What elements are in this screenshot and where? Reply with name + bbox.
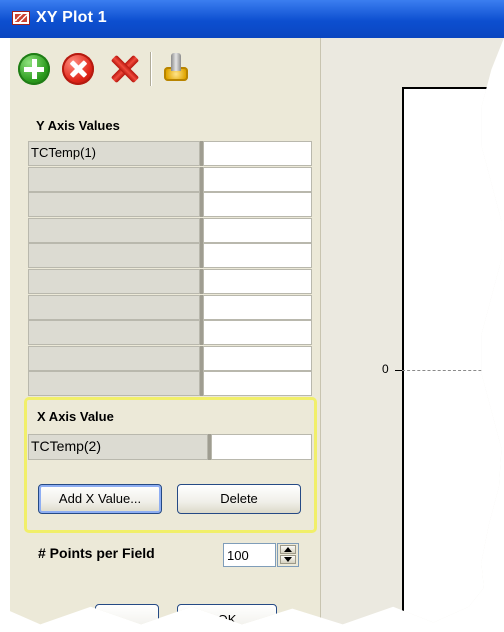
points-spinner[interactable] [277,543,299,567]
add-icon[interactable] [18,53,50,85]
table-row[interactable] [28,166,312,192]
y-axis-name-cell[interactable] [28,217,200,243]
table-row[interactable] [28,371,312,397]
title-bar[interactable]: XY Plot 1 [0,0,504,38]
window-title: XY Plot 1 [36,9,107,26]
plot-frame [402,87,504,625]
y-axis-value-cell[interactable] [203,371,312,397]
points-per-field-input[interactable]: 100 [223,543,276,567]
y-axis-name-cell[interactable] [28,294,200,320]
y-axis-name-cell[interactable] [28,192,200,218]
y-axis-label: Y Axis Values [36,118,120,133]
y-axis-value-cell[interactable] [203,192,312,218]
y-axis-name-cell[interactable] [28,345,200,371]
x-axis-label: X Axis Value [37,409,114,424]
y-axis-value-cell[interactable] [203,294,312,320]
y-axis-name-cell[interactable] [28,371,200,397]
y-axis-value-cell[interactable] [203,320,312,346]
zero-tick-label: 0 [382,362,389,376]
y-axis-value-cell[interactable] [203,269,312,294]
table-row[interactable] [28,269,312,294]
y-axis-value-cell[interactable] [203,166,312,192]
y-axis-value-cell[interactable] [203,141,312,166]
y-axis-name-cell[interactable] [28,166,200,192]
table-row[interactable] [28,320,312,346]
y-axis-value-cell[interactable] [203,217,312,243]
x-axis-value-cell[interactable] [211,434,312,460]
xy-plot-window: XY Plot 1 Y Axis Values TCTemp(1) X Axis… [0,0,504,625]
y-axis-name-cell[interactable] [28,269,200,294]
table-row[interactable] [28,243,312,269]
table-row[interactable] [28,345,312,371]
spin-up-icon[interactable] [280,545,296,554]
zero-tick [395,370,402,371]
y-axis-value-cell[interactable] [203,243,312,269]
x-axis-row[interactable]: TCTemp(2) [28,434,312,460]
table-row[interactable] [28,217,312,243]
delete-x-value-button[interactable]: Delete [177,484,301,514]
y-axis-name-cell[interactable]: TCTemp(1) [28,141,200,166]
add-x-value-button[interactable]: Add X Value... [38,484,162,514]
settings-icon[interactable] [160,53,192,85]
chart-icon [12,11,30,25]
points-per-field-label: # Points per Field [38,545,155,561]
toolbar [10,38,320,108]
y-axis-value-cell[interactable] [203,345,312,371]
toolbar-separator [150,52,152,86]
ok-button[interactable]: OK [177,604,277,625]
table-row[interactable] [28,192,312,218]
y-axis-grid: TCTemp(1) [28,141,312,397]
y-axis-name-cell[interactable] [28,243,200,269]
delete-icon[interactable] [108,53,140,85]
spin-down-icon[interactable] [280,555,296,564]
table-row[interactable]: TCTemp(1) [28,141,312,166]
table-row[interactable] [28,294,312,320]
zero-gridline [402,370,504,371]
bottom-button-1[interactable] [95,604,159,625]
remove-icon[interactable] [62,53,94,85]
x-axis-name-cell[interactable]: TCTemp(2) [28,434,208,460]
y-axis-name-cell[interactable] [28,320,200,346]
